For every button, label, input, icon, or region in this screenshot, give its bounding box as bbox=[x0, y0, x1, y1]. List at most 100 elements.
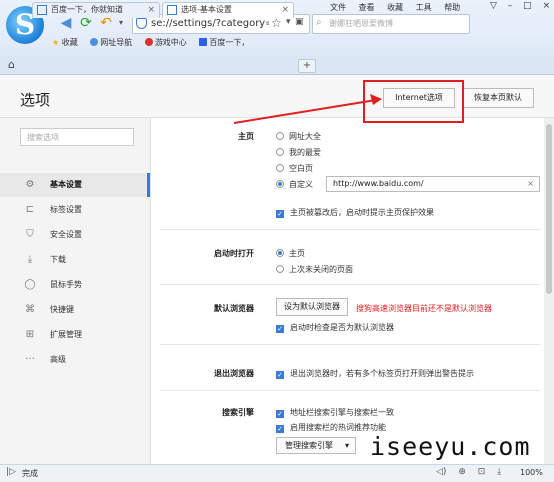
search-box[interactable]: ⌕ 谢娜狂晒恩爱微博 bbox=[312, 14, 470, 34]
mouse-icon: ◯ bbox=[24, 279, 36, 290]
download-icon: ⤓ bbox=[27, 254, 33, 265]
maximize-icon[interactable]: □ bbox=[523, 1, 532, 11]
menu-bar: 文件 查看 收藏 工具 帮助 bbox=[330, 2, 470, 14]
clear-icon[interactable]: × bbox=[527, 179, 534, 188]
sidebar-item-tabs[interactable]: ⊏ 标签设置 bbox=[0, 198, 150, 222]
checkbox-checked-icon[interactable]: ✓ bbox=[276, 371, 284, 379]
favorite-star-icon[interactable]: ☆ bbox=[271, 16, 282, 30]
tab-icon: ⊏ bbox=[25, 204, 35, 215]
skin-icon[interactable]: ▽ bbox=[490, 1, 497, 11]
speaker-icon[interactable]: ◁) bbox=[436, 467, 446, 477]
shortcut-icon: ⌘ bbox=[25, 304, 35, 315]
close-icon[interactable]: × bbox=[543, 1, 551, 11]
window-controls: ▽ – □ × bbox=[482, 1, 550, 11]
homepage-protect-check[interactable]: ✓ 主页被篡改后，启动时提示主页保护效果 bbox=[276, 207, 434, 218]
zoom-level[interactable]: 100% bbox=[520, 468, 543, 477]
page-title: 选项 bbox=[20, 91, 51, 109]
address-dropdown-icon[interactable]: ▾ bbox=[286, 17, 291, 27]
sidebar-item-extensions[interactable]: ⊞ 扩展管理 bbox=[0, 323, 150, 347]
page-tool-icon[interactable]: ▣ bbox=[295, 17, 304, 27]
check-default-browser[interactable]: ✓ 启动时检查是否为默认浏览器 bbox=[276, 322, 394, 333]
sidebar-item-mouse[interactable]: ◯ 鼠标手势 bbox=[0, 273, 150, 297]
star-icon: ★ bbox=[52, 38, 60, 47]
home-icon[interactable]: ⌂ bbox=[8, 58, 15, 71]
tab-baidu[interactable]: 百度一下，你就知道 × bbox=[32, 2, 160, 18]
homepage-option-nav[interactable]: 网址大全 bbox=[276, 131, 321, 142]
radio-selected-icon[interactable] bbox=[276, 249, 284, 257]
minimize-icon[interactable]: – bbox=[508, 1, 513, 11]
scrollbar-thumb[interactable] bbox=[546, 124, 552, 294]
startup-option-home[interactable]: 主页 bbox=[276, 248, 305, 259]
homepage-option-blank[interactable]: 空白页 bbox=[276, 163, 313, 174]
accelerate-icon[interactable]: ⊕ bbox=[458, 467, 466, 477]
sidebar-item-advanced[interactable]: ··· 高级 bbox=[0, 348, 150, 372]
exit-warning-check[interactable]: ✓ 退出浏览器时，若有多个标签页打开则弹出警告提示 bbox=[276, 368, 474, 379]
menu-tools[interactable]: 工具 bbox=[416, 3, 432, 12]
tab-close-icon[interactable]: × bbox=[147, 3, 155, 17]
radio-icon[interactable] bbox=[276, 265, 284, 273]
status-text: 完成 bbox=[22, 469, 38, 478]
bookmark-nav[interactable]: 网址导航 bbox=[90, 37, 132, 48]
checkbox-checked-icon[interactable]: ✓ bbox=[276, 210, 284, 218]
baidu-icon bbox=[199, 38, 208, 46]
menu-help[interactable]: 帮助 bbox=[444, 3, 460, 12]
sidebar-toggle-icon[interactable]: |▷ bbox=[6, 467, 16, 477]
manage-search-engines-dropdown[interactable]: 管理搜索引擎 ▾ bbox=[276, 437, 356, 454]
tab-settings[interactable]: 选项-基本设置 × bbox=[162, 2, 294, 18]
default-browser-warning: 搜狗高速浏览器目前还不是默认浏览器 bbox=[356, 304, 492, 313]
checkbox-checked-icon[interactable]: ✓ bbox=[276, 325, 284, 333]
default-browser-label: 默认浏览器 bbox=[214, 304, 254, 313]
search-engine-sync-check[interactable]: ✓ 地址栏搜索引擎与搜索栏一致 bbox=[276, 407, 394, 418]
radio-icon[interactable] bbox=[276, 164, 284, 172]
homepage-url-value: http://www.baidu.com/ bbox=[333, 179, 424, 188]
status-icons: ◁) ⊕ ⊡ ⤓ bbox=[436, 467, 510, 477]
baidu-favicon-icon bbox=[37, 5, 47, 15]
bookmark-baidu[interactable]: 百度一下， bbox=[199, 37, 249, 48]
homepage-option-custom[interactable]: 自定义 bbox=[276, 179, 313, 190]
radio-icon[interactable] bbox=[276, 148, 284, 156]
divider bbox=[160, 344, 540, 345]
menu-favorites[interactable]: 收藏 bbox=[387, 3, 403, 12]
sidebar-item-shortcut[interactable]: ⌘ 快捷键 bbox=[0, 298, 150, 322]
sidebar-item-basic[interactable]: ⚙ 基本设置 bbox=[0, 173, 150, 197]
radio-icon[interactable] bbox=[276, 132, 284, 140]
download-status-icon[interactable]: ⤓ bbox=[497, 467, 501, 477]
more-icon: ··· bbox=[25, 354, 35, 365]
sidebar-item-security[interactable]: ⛉ 安全设置 bbox=[0, 223, 150, 247]
address-text[interactable]: se://settings/?category=gen bbox=[151, 18, 269, 29]
bookmark-favorites[interactable]: ★ 收藏 bbox=[52, 37, 78, 48]
homepage-option-favorites[interactable]: 我的最爱 bbox=[276, 147, 321, 158]
bookmarks-bar: ★ 收藏 网址导航 游戏中心 百度一下， bbox=[52, 37, 259, 51]
radio-selected-icon[interactable] bbox=[276, 180, 284, 188]
new-tab-button[interactable]: + bbox=[298, 59, 316, 73]
exit-browser-label: 退出浏览器 bbox=[214, 369, 254, 378]
startup-option-restore[interactable]: 上次未关闭的页面 bbox=[276, 264, 353, 275]
status-bar: |▷ 完成 ◁) ⊕ ⊡ ⤓ 100% bbox=[0, 464, 554, 482]
checkbox-checked-icon[interactable]: ✓ bbox=[276, 425, 284, 433]
watermark: iseeyu.com bbox=[370, 432, 531, 461]
startup-label: 启动时打开 bbox=[214, 249, 254, 258]
divider bbox=[160, 284, 540, 285]
search-engine-label: 搜索引擎 bbox=[222, 408, 254, 417]
menu-view[interactable]: 查看 bbox=[359, 3, 375, 12]
divider bbox=[160, 229, 540, 230]
lock-icon[interactable]: ⊡ bbox=[478, 467, 486, 477]
game-icon bbox=[144, 38, 153, 46]
set-default-browser-button[interactable]: 设为默认浏览器 bbox=[276, 298, 348, 316]
sidebar-search-input[interactable]: 搜索选项 bbox=[20, 128, 134, 146]
homepage-label: 主页 bbox=[238, 132, 254, 141]
extension-icon: ⊞ bbox=[25, 329, 35, 340]
tab-close-icon[interactable]: × bbox=[281, 3, 289, 17]
search-icon[interactable]: ⌕ bbox=[316, 17, 322, 28]
security-shield-icon bbox=[136, 18, 147, 29]
tab-strip bbox=[0, 56, 554, 75]
divider bbox=[160, 390, 540, 391]
homepage-url-input[interactable]: http://www.baidu.com/ × bbox=[326, 176, 540, 192]
restore-defaults-button[interactable]: 恢复本页默认 bbox=[462, 88, 534, 108]
checkbox-checked-icon[interactable]: ✓ bbox=[276, 410, 284, 418]
sidebar-item-download[interactable]: ⤓ 下载 bbox=[0, 248, 150, 272]
settings-favicon-icon bbox=[167, 5, 177, 15]
annotation-arrow bbox=[233, 94, 382, 124]
menu-file[interactable]: 文件 bbox=[330, 3, 346, 12]
bookmark-games[interactable]: 游戏中心 bbox=[144, 37, 187, 48]
